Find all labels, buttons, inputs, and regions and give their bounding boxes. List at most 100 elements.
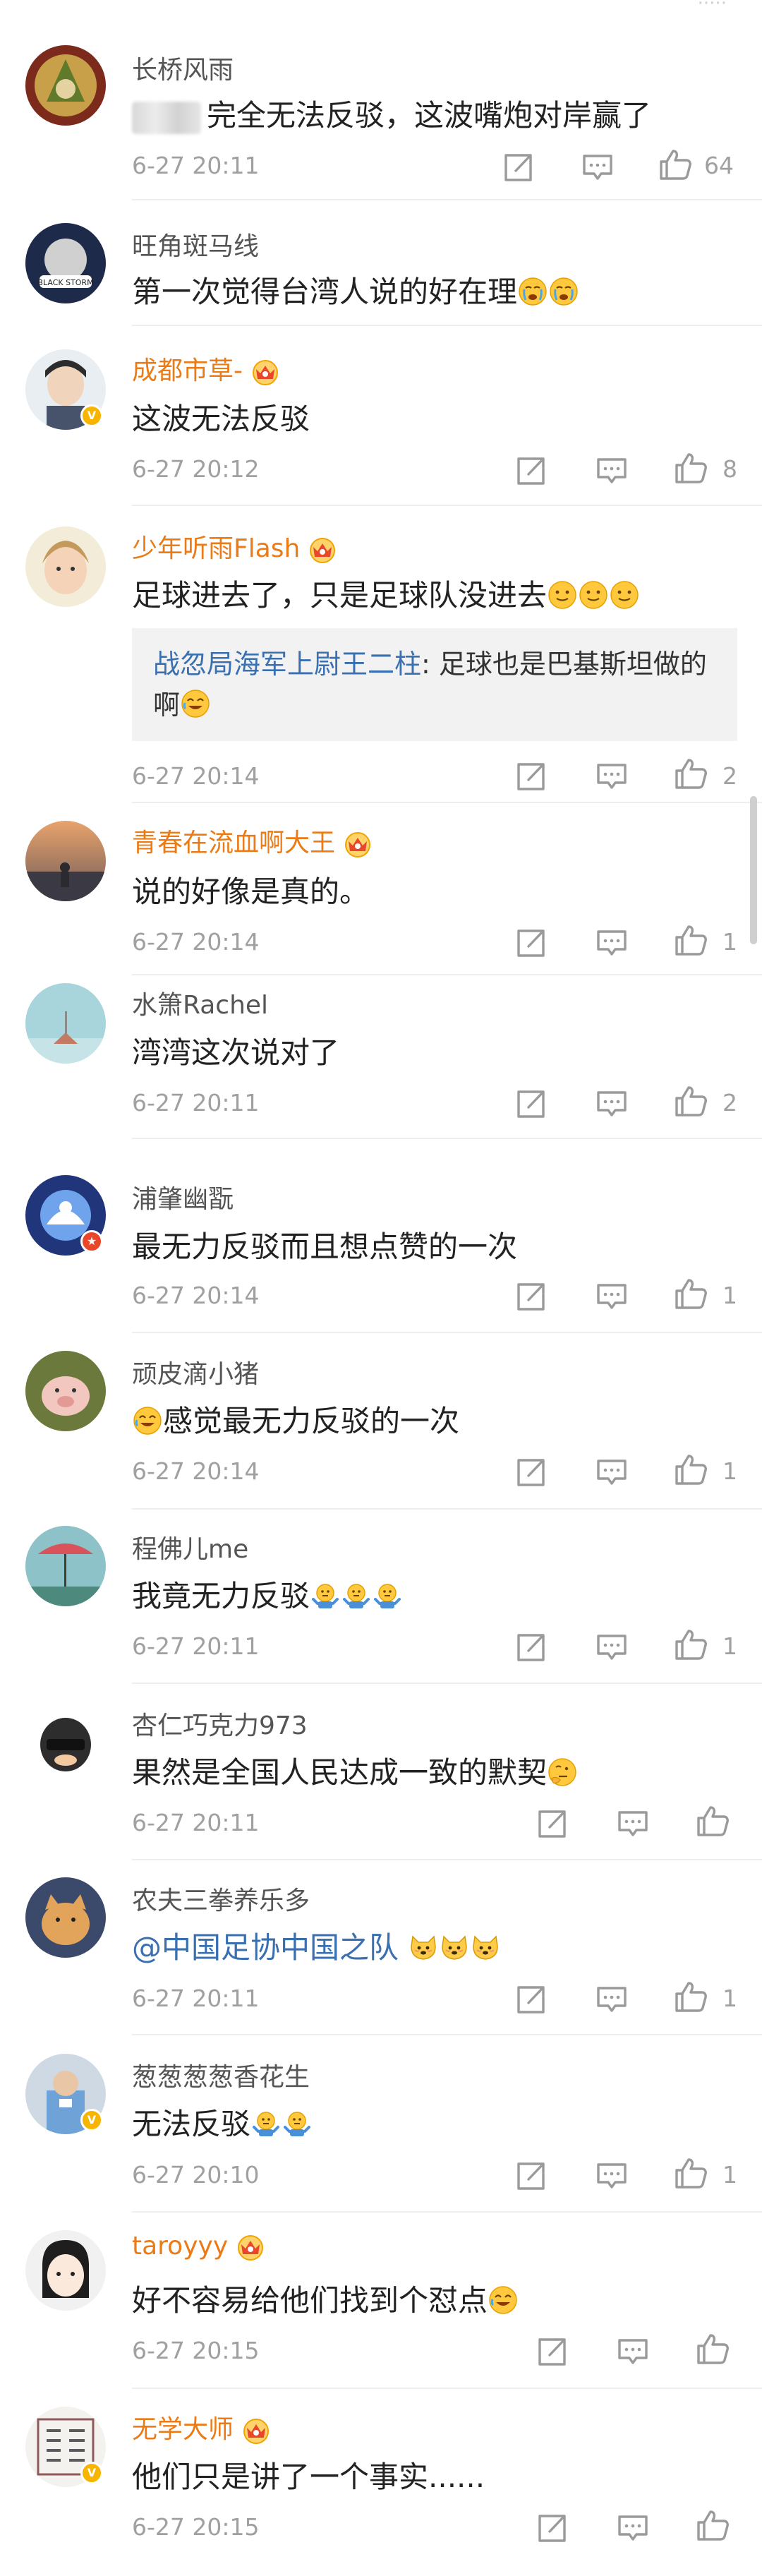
username[interactable]: 顽皮滴小猪 <box>132 1354 259 1390</box>
username[interactable]: 旺角斑马线 <box>132 226 259 263</box>
like-icon[interactable] <box>673 1276 708 1311</box>
username[interactable]: 长桥风雨 <box>132 49 234 86</box>
smile-emoji-icon <box>548 580 577 610</box>
comment-text: 好不容易给他们找到个怼点 <box>132 2277 519 2320</box>
like-icon[interactable] <box>673 1083 708 1119</box>
timestamp: 6-27 20:11 <box>132 152 260 179</box>
comment-icon[interactable] <box>594 453 629 488</box>
like-count: 1 <box>722 2161 737 2189</box>
username[interactable]: 程佛儿me <box>132 1529 248 1565</box>
avatar[interactable] <box>25 45 106 126</box>
avatar[interactable] <box>25 526 106 607</box>
like-icon[interactable] <box>658 147 693 182</box>
comment-text: 我竟无力反驳 <box>132 1572 403 1615</box>
username[interactable]: 水箫Rachel <box>132 985 268 1021</box>
share-icon[interactable] <box>514 453 549 488</box>
timestamp: 6-27 20:14 <box>132 928 260 956</box>
username[interactable]: 浦肇幽翫 <box>132 1179 234 1215</box>
username[interactable]: 青春在流血啊大王 <box>132 822 373 859</box>
share-icon[interactable] <box>514 759 549 794</box>
like-count: 2 <box>722 1089 737 1117</box>
comment-icon[interactable] <box>615 1806 651 1841</box>
verified-badge-icon: V <box>80 2109 103 2131</box>
comment-icon[interactable] <box>594 1455 629 1490</box>
avatar[interactable] <box>25 2230 106 2311</box>
share-icon[interactable] <box>514 1086 549 1121</box>
share-icon[interactable] <box>501 150 536 185</box>
username[interactable]: 少年听雨Flash <box>132 528 338 565</box>
avatar[interactable] <box>25 821 106 901</box>
comment-text: 果然是全国人民达成一致的默契 <box>132 1749 578 1792</box>
share-icon[interactable] <box>535 2510 570 2546</box>
comment-icon[interactable] <box>580 150 615 185</box>
svg-text:BLACK STORM: BLACK STORM <box>37 278 93 287</box>
like-icon[interactable] <box>673 450 708 486</box>
laughing-tears-emoji-icon <box>181 689 210 718</box>
shrug-emoji-icon <box>282 2109 312 2138</box>
vip-crown-icon <box>342 830 373 858</box>
like-icon[interactable] <box>695 1803 730 1838</box>
reply-username[interactable]: 战忽局海军上尉王二柱 <box>153 649 421 680</box>
verified-badge-icon: V <box>80 404 103 427</box>
share-icon[interactable] <box>535 2334 570 2369</box>
comment-icon[interactable] <box>594 1982 629 2017</box>
username[interactable]: 杏仁巧克力973 <box>132 1705 308 1742</box>
laughing-tears-emoji-icon <box>133 1406 162 1436</box>
share-icon[interactable] <box>535 1806 570 1841</box>
like-icon[interactable] <box>673 1627 708 1662</box>
like-icon[interactable] <box>673 922 708 958</box>
crying-emoji-icon <box>518 277 548 306</box>
comment-text: 完全无法反驳，这波嘴炮对岸赢了 <box>132 92 651 135</box>
comment-icon[interactable] <box>615 2510 651 2546</box>
divider <box>132 199 762 200</box>
comment-icon[interactable] <box>594 759 629 794</box>
username[interactable]: 农夫三拳养乐多 <box>132 1880 310 1917</box>
thinking-emoji-icon <box>548 1757 577 1787</box>
share-icon[interactable] <box>514 1982 549 2017</box>
avatar[interactable]: BLACK STORM <box>25 223 106 303</box>
like-count: 1 <box>722 1632 737 1660</box>
avatar[interactable] <box>25 1351 106 1431</box>
avatar[interactable] <box>25 1526 106 1606</box>
avatar[interactable] <box>25 983 106 1064</box>
share-icon[interactable] <box>514 2158 549 2193</box>
username[interactable]: taroyyy <box>132 2232 266 2261</box>
like-icon[interactable] <box>673 756 708 791</box>
smile-emoji-icon <box>579 580 608 610</box>
scrollbar[interactable] <box>750 796 757 944</box>
like-count: 64 <box>704 152 734 179</box>
timestamp: 6-27 20:10 <box>132 2161 260 2189</box>
comment-text: 这波无法反驳 <box>132 402 310 436</box>
mention-link[interactable]: @中国足协中国之队 <box>132 1930 399 1965</box>
comment-icon[interactable] <box>594 2158 629 2193</box>
comment-icon[interactable] <box>594 925 629 961</box>
comment-icon[interactable] <box>594 1630 629 1665</box>
like-icon[interactable] <box>673 1452 708 1487</box>
divider <box>132 325 762 326</box>
like-icon[interactable] <box>673 1979 708 2014</box>
divider <box>132 2388 762 2389</box>
comment-icon[interactable] <box>594 1279 629 1314</box>
reply-box[interactable]: 战忽局海军上尉王二柱: 足球也是巴基斯坦做的啊 <box>132 628 737 741</box>
like-count: 1 <box>722 1985 737 2012</box>
faded-header-text: ····· <box>697 0 727 14</box>
avatar[interactable] <box>25 1877 106 1958</box>
comment-icon[interactable] <box>615 2334 651 2369</box>
comment-icon[interactable] <box>594 1086 629 1121</box>
username[interactable]: 无学大师 <box>132 2409 272 2445</box>
username[interactable]: 葱葱葱葱香花生 <box>132 2057 310 2093</box>
comment-text: @中国足协中国之队 <box>132 1924 501 1967</box>
timestamp: 6-27 20:11 <box>132 1809 260 1836</box>
like-icon[interactable] <box>695 2331 730 2366</box>
share-icon[interactable] <box>514 1455 549 1490</box>
like-icon[interactable] <box>695 2508 730 2543</box>
top-strip: ····· <box>0 0 762 14</box>
comment-text: 第一次觉得台湾人说的好在理 <box>132 268 579 311</box>
avatar[interactable] <box>25 1702 106 1783</box>
like-icon[interactable] <box>673 2155 708 2191</box>
username[interactable]: 成都市草- <box>132 350 281 387</box>
vip-crown-icon <box>241 2416 272 2445</box>
share-icon[interactable] <box>514 1279 549 1314</box>
share-icon[interactable] <box>514 1630 549 1665</box>
share-icon[interactable] <box>514 925 549 961</box>
